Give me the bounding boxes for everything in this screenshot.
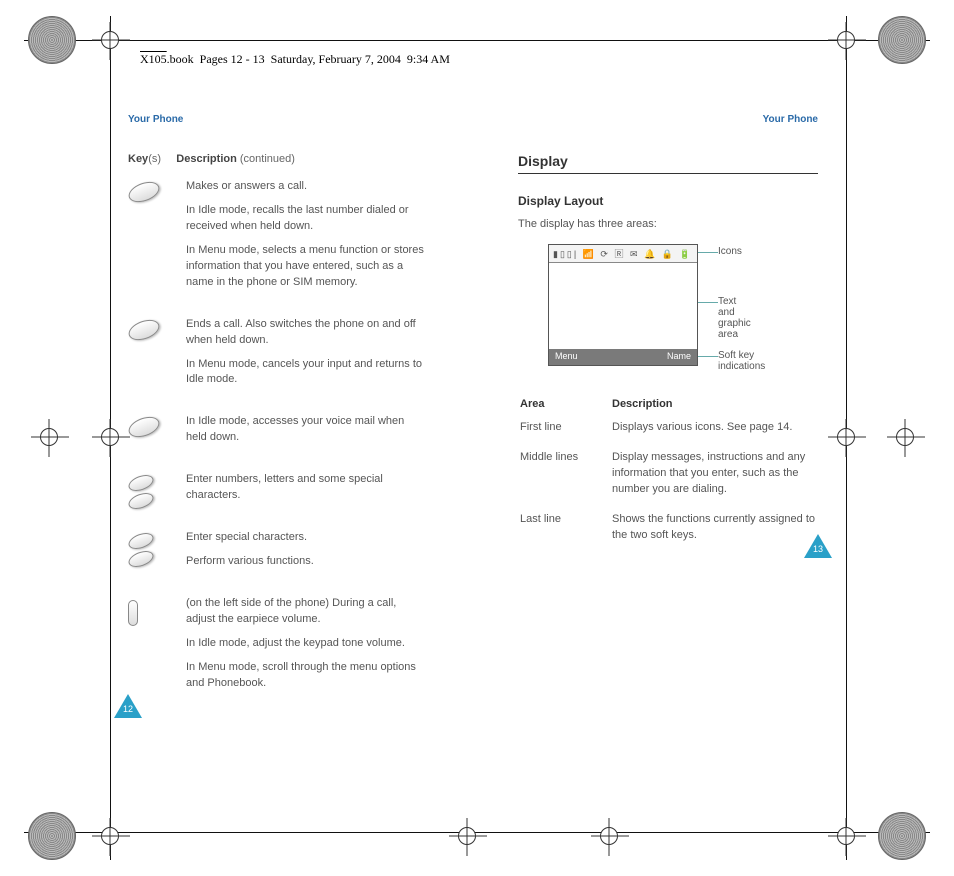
key-row: Enter special characters. Perform variou… — [128, 530, 428, 578]
running-head-right: Your Phone — [518, 114, 818, 125]
page-number-right: 13 — [804, 534, 832, 558]
screen-icon-row: ▮▯▯| 📶 ⟳ 🅁 ✉ 🔔 🔒 🔋 — [549, 245, 697, 263]
crosshair-icon — [837, 827, 855, 845]
page-left: Your Phone Key(s) Description (continued… — [128, 114, 428, 718]
table-row: First line Displays various icons. See p… — [520, 420, 816, 448]
key-row: Makes or answers a call. In Idle mode, r… — [128, 179, 428, 299]
display-diagram: ▮▯▯| 📶 ⟳ 🅁 ✉ 🔔 🔒 🔋 Menu Name Icons Text … — [548, 244, 818, 366]
callout-icons: Icons — [718, 246, 742, 257]
key-description-text: (on the left side of the phone) During a… — [186, 596, 428, 628]
key-table-header: Key(s) Description (continued) — [128, 153, 428, 165]
registration-mark-icon — [878, 812, 926, 860]
crosshair-icon — [837, 428, 855, 446]
crosshair-icon — [600, 827, 618, 845]
book-name: X105 — [140, 52, 167, 66]
body-text: The display has three areas: — [518, 218, 818, 230]
crosshair-icon — [101, 31, 119, 49]
volume-keys-icon — [128, 596, 186, 700]
key-description-text: Ends a call. Also switches the phone on … — [186, 317, 428, 349]
key-row: In Idle mode, accesses your voice mail w… — [128, 414, 428, 454]
key-description-text: In Idle mode, adjust the keypad tone vol… — [186, 636, 428, 652]
area-description-table: Area Description First line Displays var… — [518, 396, 818, 558]
phone-screen-illustration: ▮▯▯| 📶 ⟳ 🅁 ✉ 🔔 🔒 🔋 Menu Name — [548, 244, 698, 366]
one-key-icon — [128, 414, 186, 454]
softkey-left-label: Menu — [555, 351, 578, 363]
softkey-right-label: Name — [667, 351, 691, 363]
star-hash-keys-icon — [128, 530, 186, 578]
end-key-icon — [128, 317, 186, 397]
callout-middle: Text and graphic area — [718, 296, 751, 340]
key-description-text: Makes or answers a call. — [186, 179, 428, 195]
table-head-area: Area — [520, 398, 610, 418]
numeric-keys-icon — [128, 472, 186, 512]
table-row: Last line Shows the functions currently … — [520, 512, 816, 556]
screen-middle-area — [549, 263, 697, 349]
key-description-text: Enter numbers, letters and some special … — [186, 472, 428, 504]
callout-soft: Soft key indications — [718, 350, 765, 372]
section-heading: Display — [518, 153, 818, 174]
registration-mark-icon — [878, 16, 926, 64]
book-header: X105.book Pages 12 - 13 Saturday, Februa… — [140, 52, 450, 67]
key-row: Enter numbers, letters and some special … — [128, 472, 428, 512]
page-number-left: 12 — [114, 694, 142, 718]
registration-mark-icon — [28, 16, 76, 64]
registration-mark-icon — [28, 812, 76, 860]
key-description-text: In Menu mode, scroll through the menu op… — [186, 660, 428, 692]
table-head-desc: Description — [612, 398, 816, 418]
key-description-text: Enter special characters. — [186, 530, 428, 546]
crosshair-icon — [837, 31, 855, 49]
frame-bottom-line — [24, 832, 930, 833]
crosshair-icon — [896, 428, 914, 446]
key-description-text: In Menu mode, cancels your input and ret… — [186, 357, 428, 389]
key-row: (on the left side of the phone) During a… — [128, 596, 428, 700]
crosshair-icon — [458, 827, 476, 845]
running-head-left: Your Phone — [128, 114, 428, 125]
key-description-text: Perform various functions. — [186, 554, 428, 570]
send-key-icon — [128, 179, 186, 299]
key-description-text: In Menu mode, selects a menu function or… — [186, 243, 428, 291]
table-row: Middle lines Display messages, instructi… — [520, 450, 816, 510]
key-row: Ends a call. Also switches the phone on … — [128, 317, 428, 397]
key-description-text: In Idle mode, accesses your voice mail w… — [186, 414, 428, 446]
crosshair-icon — [101, 428, 119, 446]
key-description-text: In Idle mode, recalls the last number di… — [186, 203, 428, 235]
frame-top-line — [24, 40, 930, 41]
page-right: Your Phone Display Display Layout The di… — [518, 114, 818, 558]
crosshair-icon — [40, 428, 58, 446]
subsection-heading: Display Layout — [518, 194, 818, 208]
crosshair-icon — [101, 827, 119, 845]
screen-softkey-row: Menu Name — [549, 349, 697, 365]
